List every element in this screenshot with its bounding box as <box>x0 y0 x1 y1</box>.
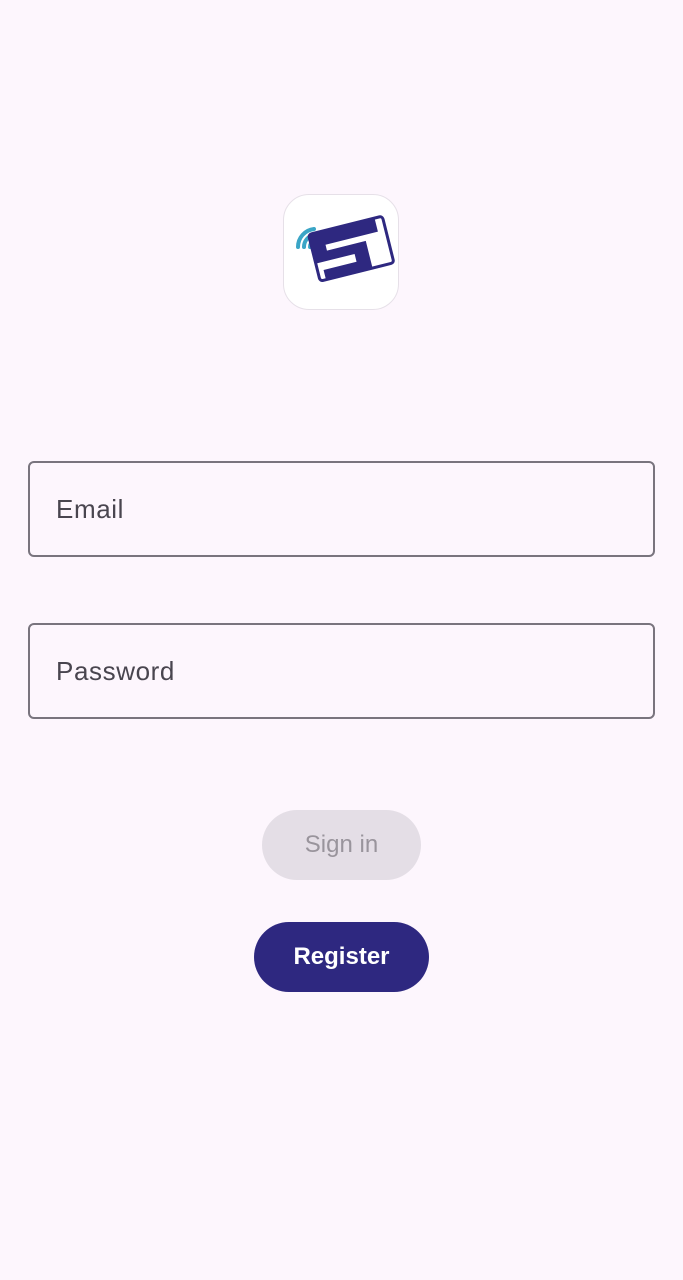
email-input[interactable] <box>30 463 653 555</box>
sign-in-button-label: Sign in <box>304 831 379 858</box>
register-button-label: Register <box>293 943 390 970</box>
card-wireless-logo-icon <box>295 215 395 282</box>
app-logo <box>283 194 399 310</box>
email-field[interactable] <box>28 461 655 557</box>
sign-in-button[interactable]: Sign in <box>262 810 421 880</box>
register-button[interactable]: Register <box>254 922 429 992</box>
password-input[interactable] <box>30 625 653 717</box>
password-field[interactable] <box>28 623 655 719</box>
